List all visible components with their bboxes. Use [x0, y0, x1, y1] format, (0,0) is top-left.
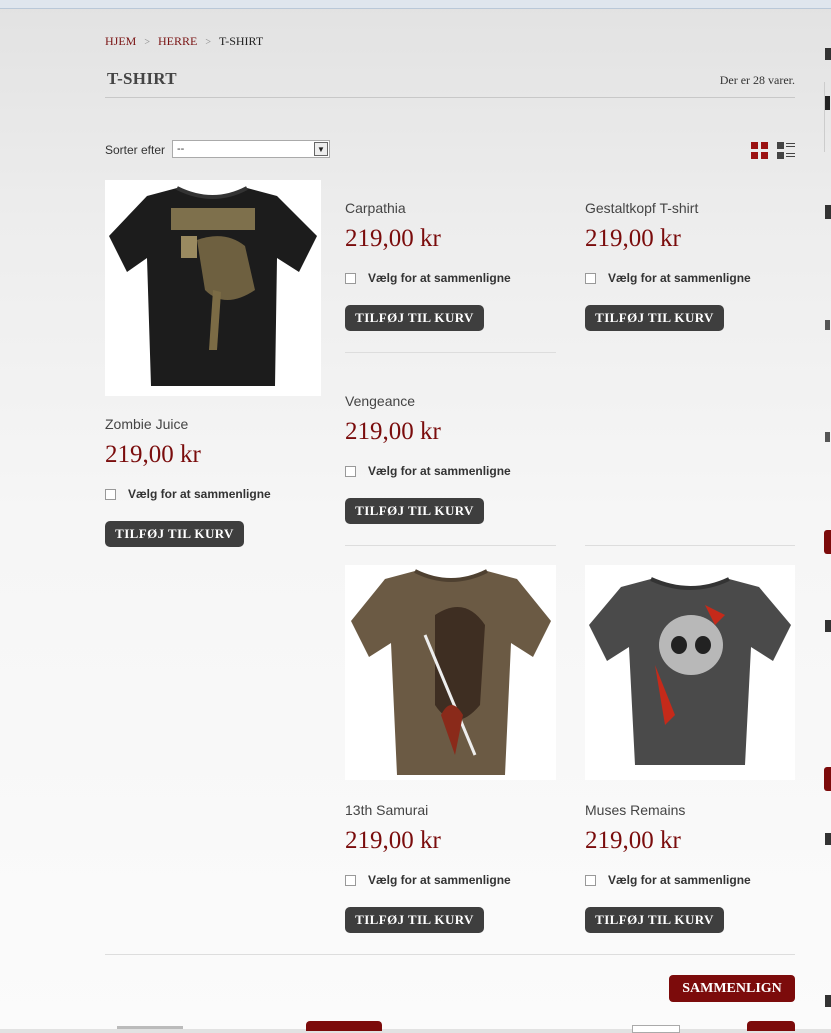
compare-checkbox[interactable]: Vælg for at sammenligne — [345, 464, 511, 478]
add-to-cart-button[interactable]: TILFØJ TIL KURV — [345, 907, 484, 933]
add-to-cart-button[interactable]: TILFØJ TIL KURV — [345, 498, 484, 524]
sort-select[interactable]: -- ▼ — [172, 140, 330, 158]
compare-checkbox[interactable]: Vælg for at sammenligne — [105, 487, 271, 501]
title-divider — [105, 97, 795, 98]
breadcrumb-home-link[interactable]: HJEM — [105, 34, 136, 48]
product-name[interactable]: Gestaltkopf T-shirt — [585, 200, 698, 216]
compare-checkbox[interactable]: Vælg for at sammenligne — [345, 873, 511, 887]
checkbox-icon[interactable] — [345, 465, 356, 477]
product-name[interactable]: Muses Remains — [585, 802, 685, 818]
product-price: 219,00 kr — [345, 225, 441, 252]
add-to-cart-button[interactable]: TILFØJ TIL KURV — [105, 521, 244, 547]
compare-checkbox[interactable]: Vælg for at sammenligne — [585, 271, 751, 285]
pagination-button[interactable] — [306, 1021, 382, 1031]
compare-label: Vælg for at sammenligne — [608, 873, 751, 887]
product-price: 219,00 kr — [345, 418, 441, 445]
compare-label: Vælg for at sammenligne — [128, 487, 271, 501]
product-divider — [345, 545, 556, 546]
breadcrumb-separator: > — [205, 37, 211, 48]
product-count: Der er 28 varer. — [719, 73, 795, 87]
pagination-input[interactable] — [632, 1025, 680, 1033]
chevron-down-icon[interactable]: ▼ — [314, 142, 328, 156]
checkbox-icon[interactable] — [585, 272, 596, 284]
breadcrumb-separator: > — [144, 37, 150, 48]
product-divider — [585, 545, 795, 546]
grid-view-icon[interactable] — [751, 142, 768, 159]
checkbox-icon[interactable] — [105, 488, 116, 500]
product-image[interactable] — [105, 180, 321, 396]
checkbox-icon[interactable] — [345, 272, 356, 284]
product-price: 219,00 kr — [585, 225, 681, 252]
compare-button[interactable]: SAMMENLIGN — [669, 975, 795, 1002]
product-image[interactable] — [585, 565, 795, 780]
compare-label: Vælg for at sammenligne — [368, 464, 511, 478]
sort-select-value: -- — [177, 143, 185, 155]
product-image[interactable] — [345, 565, 556, 780]
add-to-cart-button[interactable]: TILFØJ TIL KURV — [345, 305, 484, 331]
product-price: 219,00 kr — [345, 827, 441, 854]
product-name[interactable]: Vengeance — [345, 393, 415, 409]
page-title: T-SHIRT — [107, 69, 177, 88]
product-price: 219,00 kr — [105, 441, 201, 468]
list-bottom-divider — [105, 954, 795, 955]
product-name[interactable]: Carpathia — [345, 200, 406, 216]
breadcrumb-current: T-SHIRT — [218, 34, 264, 48]
add-to-cart-button[interactable]: TILFØJ TIL KURV — [585, 907, 724, 933]
breadcrumb-parent-link[interactable]: HERRE — [158, 34, 197, 48]
compare-label: Vælg for at sammenligne — [368, 873, 511, 887]
checkbox-icon[interactable] — [585, 874, 596, 886]
product-divider — [345, 352, 556, 353]
list-view-icon[interactable] — [777, 142, 795, 159]
product-name[interactable]: Zombie Juice — [105, 416, 188, 432]
compare-label: Vælg for at sammenligne — [368, 271, 511, 285]
compare-checkbox[interactable]: Vælg for at sammenligne — [585, 873, 751, 887]
compare-label: Vælg for at sammenligne — [608, 271, 751, 285]
product-price: 219,00 kr — [585, 827, 681, 854]
right-sidebar-edge — [823, 0, 831, 1029]
breadcrumb: HJEM > HERRE > T-SHIRT — [105, 34, 263, 49]
compare-checkbox[interactable]: Vælg for at sammenligne — [345, 271, 511, 285]
pagination-button[interactable] — [747, 1021, 795, 1031]
product-name[interactable]: 13th Samurai — [345, 802, 428, 818]
add-to-cart-button[interactable]: TILFØJ TIL KURV — [585, 305, 724, 331]
browser-top-edge — [0, 0, 831, 9]
checkbox-icon[interactable] — [345, 874, 356, 886]
sort-label: Sorter efter — [105, 143, 166, 157]
